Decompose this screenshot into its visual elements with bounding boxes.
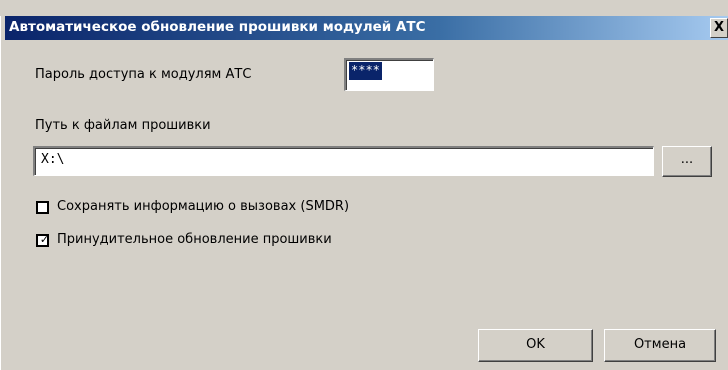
browse-button[interactable]: ...	[662, 146, 712, 177]
save-smdr-checkbox[interactable]	[36, 201, 49, 214]
password-label: Пароль доступа к модулям АТС	[35, 67, 252, 82]
force-update-label: Принудительное обновление прошивки	[57, 232, 332, 247]
password-masked-value: ****	[349, 62, 382, 80]
window-frame-edge	[0, 16, 5, 370]
save-smdr-label: Сохранять информацию о вызовах (SMDR)	[57, 199, 350, 214]
window-title: Автоматическое обновление прошивки модул…	[9, 19, 426, 35]
close-icon: X	[713, 20, 725, 35]
checkmark-icon: ✓	[39, 233, 50, 246]
title-bar[interactable]: Автоматическое обновление прошивки модул…	[5, 16, 728, 40]
force-update-checkbox[interactable]: ✓	[36, 233, 50, 247]
close-button[interactable]: X	[710, 18, 728, 38]
firmware-path-label: Путь к файлам прошивки	[35, 118, 211, 133]
save-smdr-option[interactable]: Сохранять информацию о вызовах (SMDR)	[36, 198, 436, 218]
ok-button[interactable]: OK	[478, 329, 593, 362]
password-input[interactable]: ****	[344, 58, 434, 91]
cancel-button[interactable]: Отмена	[604, 329, 716, 362]
force-update-option[interactable]: ✓ Принудительное обновление прошивки	[36, 231, 436, 251]
firmware-update-dialog: Автоматическое обновление прошивки модул…	[0, 0, 728, 370]
firmware-path-input[interactable]: X:\	[33, 146, 654, 176]
